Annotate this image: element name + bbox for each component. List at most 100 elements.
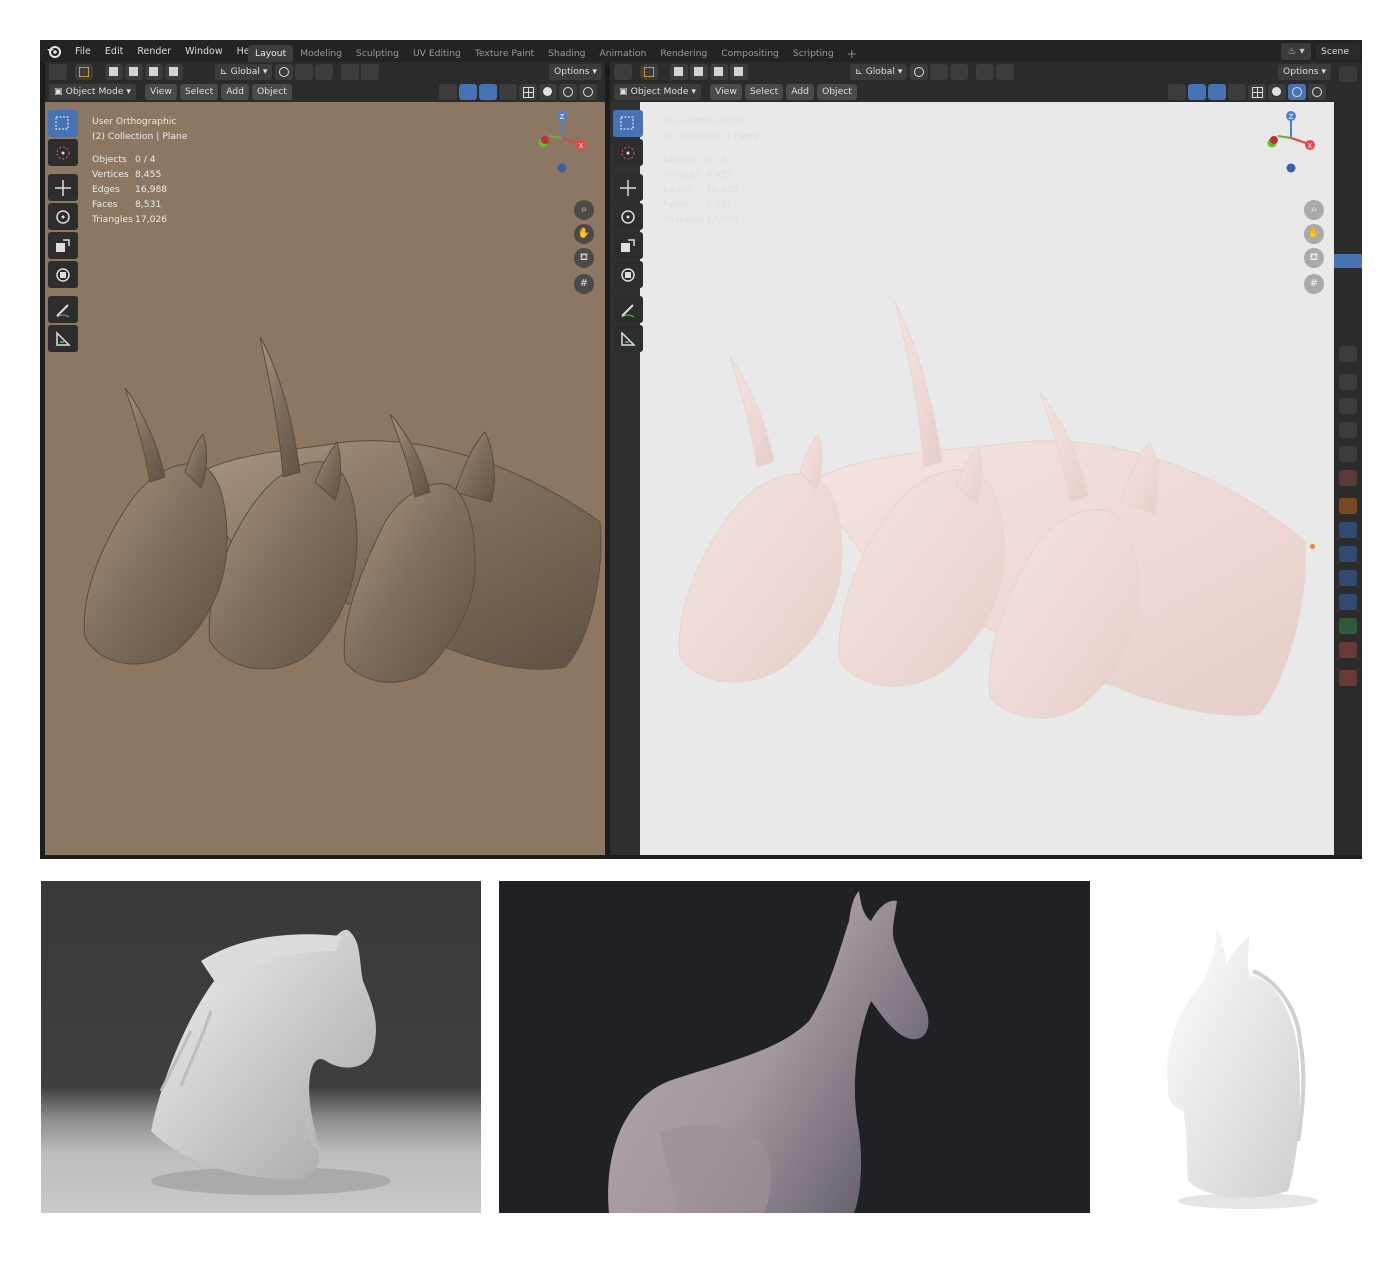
particles-icon[interactable] <box>1339 546 1357 562</box>
output-icon[interactable] <box>1339 398 1357 414</box>
camera-icon[interactable]: ⛾ <box>574 248 594 268</box>
tab-compositing[interactable]: Compositing <box>714 45 786 62</box>
shading-material-icon[interactable] <box>559 84 577 100</box>
constraints-icon[interactable] <box>1339 594 1357 610</box>
select-mode-intersect-icon[interactable] <box>165 64 183 80</box>
transform-icon[interactable] <box>613 261 643 288</box>
scene-browse-icon[interactable]: ♨ ▾ <box>1281 42 1311 60</box>
shading-material-icon[interactable] <box>1288 84 1306 100</box>
tab-animation[interactable]: Animation <box>593 45 654 62</box>
shading-wireframe-icon[interactable] <box>1248 84 1266 100</box>
zoom-icon[interactable]: ⌕ <box>1304 200 1324 220</box>
orientation-dropdown[interactable]: ⊾ Global ▾ <box>215 64 273 80</box>
select-tool-icon[interactable] <box>640 64 658 80</box>
falloff-icon[interactable] <box>361 64 380 80</box>
world-icon[interactable] <box>1339 470 1357 486</box>
editor-type-icon[interactable] <box>614 64 632 80</box>
menu-edit[interactable]: Edit <box>98 46 130 57</box>
pivot-icon[interactable] <box>275 64 294 80</box>
pan-hand-icon[interactable]: ✋ <box>1304 224 1324 244</box>
snap-target-icon[interactable] <box>950 64 969 80</box>
texture-icon[interactable] <box>1339 670 1357 686</box>
scene-name-field[interactable]: Scene <box>1316 42 1360 60</box>
orientation-dropdown[interactable]: ⊾ Global ▾ <box>850 64 908 80</box>
shading-solid-icon[interactable] <box>539 84 557 100</box>
select-mode-extend-icon[interactable] <box>690 64 708 80</box>
menu-window[interactable]: Window <box>178 46 229 57</box>
viewport-canvas-right[interactable]: User Orthographic (2) Collection | Plane… <box>640 102 1334 859</box>
pan-hand-icon[interactable]: ✋ <box>574 224 594 244</box>
select-mode-new-icon[interactable] <box>105 64 123 80</box>
cursor-icon[interactable] <box>48 139 78 166</box>
add-workspace-icon[interactable]: + <box>841 46 863 62</box>
select-box-icon[interactable] <box>613 110 643 137</box>
object-menu[interactable]: Object <box>816 84 857 100</box>
zoom-icon[interactable]: ⌕ <box>574 200 594 220</box>
select-mode-subtract-icon[interactable] <box>145 64 163 80</box>
move-icon[interactable] <box>48 174 78 201</box>
measure-icon[interactable] <box>48 325 78 352</box>
render-icon[interactable] <box>1339 374 1357 390</box>
overlay-toggle-icon[interactable] <box>1208 84 1226 100</box>
annotate-icon[interactable] <box>48 296 78 323</box>
rotate-icon[interactable] <box>48 203 78 230</box>
tab-rendering[interactable]: Rendering <box>653 45 714 62</box>
ortho-grid-icon[interactable]: # <box>574 274 594 294</box>
view-menu[interactable]: View <box>710 84 742 100</box>
measure-icon[interactable] <box>613 325 643 352</box>
pivot-icon[interactable] <box>910 64 929 80</box>
rotate-icon[interactable] <box>613 203 643 230</box>
object-icon[interactable] <box>1339 498 1357 514</box>
visibility-icon[interactable] <box>439 84 457 100</box>
cursor-icon[interactable] <box>613 139 643 166</box>
shading-wireframe-icon[interactable] <box>519 84 537 100</box>
editor-type-icon[interactable] <box>49 64 67 80</box>
options-dropdown[interactable]: Options ▾ <box>1278 64 1331 80</box>
modifier-icon[interactable] <box>1339 522 1357 538</box>
view-menu[interactable]: View <box>145 84 177 100</box>
annotate-icon[interactable] <box>613 296 643 323</box>
viewport-canvas-left[interactable]: User Orthographic (2) Collection | Plane… <box>45 102 605 859</box>
falloff-icon[interactable] <box>996 64 1015 80</box>
select-mode-intersect-icon[interactable] <box>730 64 748 80</box>
axis-gizmo[interactable]: Z X <box>1264 110 1324 180</box>
material-icon[interactable] <box>1339 642 1357 658</box>
tab-uv-editing[interactable]: UV Editing <box>406 45 468 62</box>
snap-icon[interactable] <box>295 64 314 80</box>
select-box-icon[interactable] <box>48 110 78 137</box>
options-dropdown[interactable]: Options ▾ <box>549 64 602 80</box>
select-mode-extend-icon[interactable] <box>125 64 143 80</box>
add-menu[interactable]: Add <box>786 84 814 100</box>
snap-icon[interactable] <box>930 64 949 80</box>
view-layer-icon[interactable] <box>1339 422 1357 438</box>
shading-rendered-icon[interactable] <box>1308 84 1326 100</box>
tab-sculpting[interactable]: Sculpting <box>349 45 406 62</box>
select-tool-icon[interactable] <box>75 64 93 80</box>
menu-file[interactable]: File <box>68 46 98 57</box>
tab-shading[interactable]: Shading <box>541 45 592 62</box>
scene-icon[interactable] <box>1339 446 1357 462</box>
xray-icon[interactable] <box>499 84 517 100</box>
mode-dropdown[interactable]: ▣ Object Mode ▾ <box>49 84 137 100</box>
xray-icon[interactable] <box>1228 84 1246 100</box>
tab-scripting[interactable]: Scripting <box>786 45 841 62</box>
tab-texture-paint[interactable]: Texture Paint <box>468 45 541 62</box>
select-menu[interactable]: Select <box>179 84 219 100</box>
move-icon[interactable] <box>613 174 643 201</box>
overlay-toggle-icon[interactable] <box>479 84 497 100</box>
data-icon[interactable] <box>1339 618 1357 634</box>
select-mode-subtract-icon[interactable] <box>710 64 728 80</box>
physics-icon[interactable] <box>1339 570 1357 586</box>
ortho-grid-icon[interactable]: # <box>1304 274 1324 294</box>
scale-icon[interactable] <box>48 232 78 259</box>
gizmo-toggle-icon[interactable] <box>459 84 477 100</box>
visibility-icon[interactable] <box>1168 84 1186 100</box>
gizmo-toggle-icon[interactable] <box>1188 84 1206 100</box>
shading-rendered-icon[interactable] <box>579 84 597 100</box>
select-menu[interactable]: Select <box>744 84 784 100</box>
proportional-edit-icon[interactable] <box>341 64 360 80</box>
add-menu[interactable]: Add <box>221 84 249 100</box>
proportional-edit-icon[interactable] <box>976 64 995 80</box>
scale-icon[interactable] <box>613 232 643 259</box>
tab-modeling[interactable]: Modeling <box>293 45 349 62</box>
